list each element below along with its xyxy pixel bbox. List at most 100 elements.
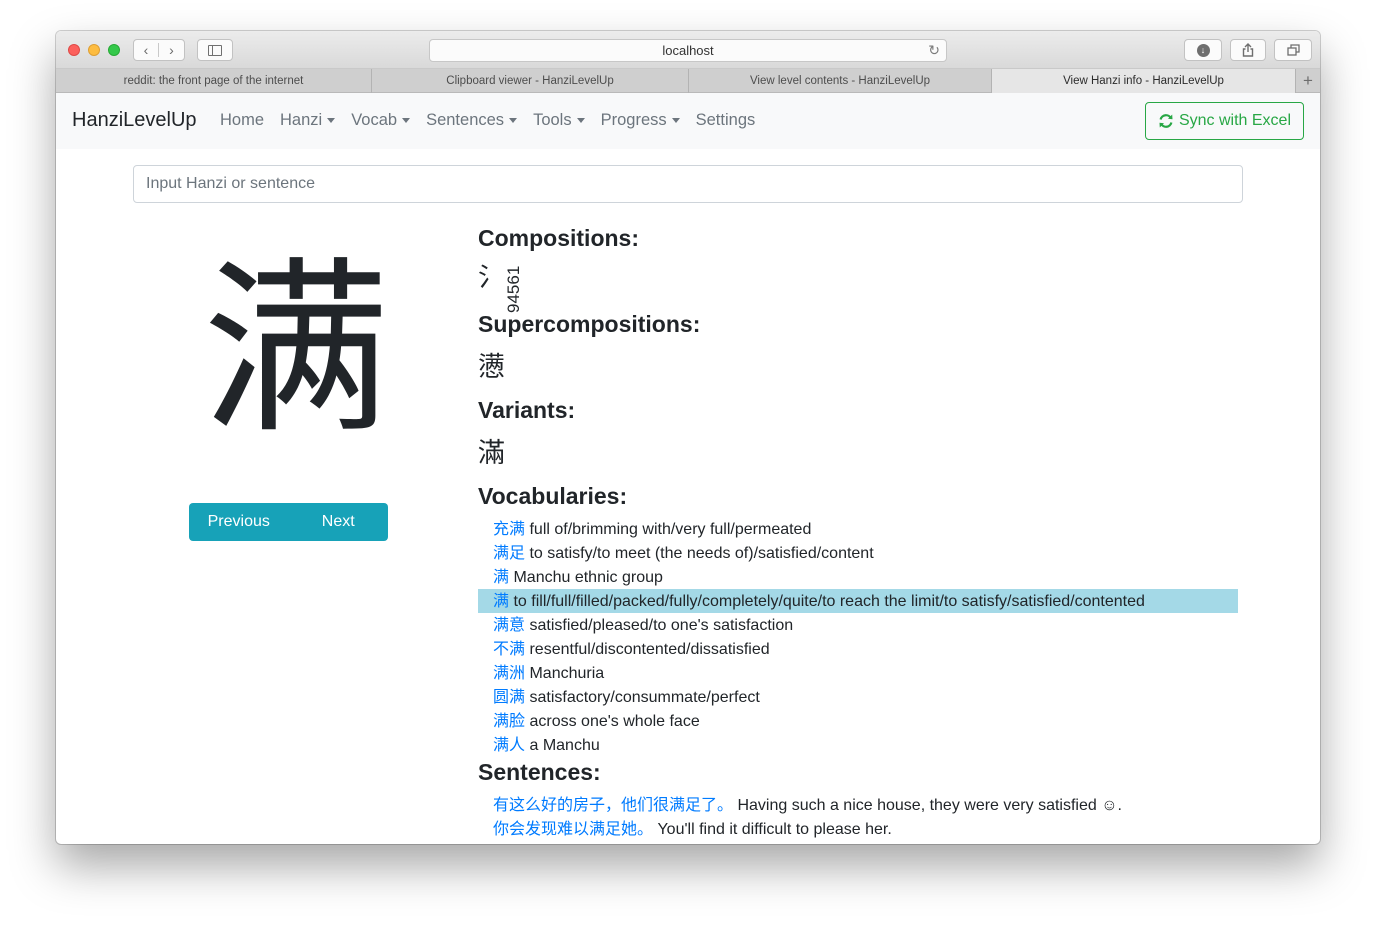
vocab-item: 满脸 across one's whole face: [478, 709, 1238, 733]
vocabularies-heading: Vocabularies:: [478, 483, 628, 509]
history-nav-group: ‹ ›: [133, 39, 185, 61]
caret-down-icon: [671, 118, 680, 123]
vocab-item: 充满 full of/brimming with/very full/perme…: [478, 517, 1238, 541]
vocab-definition: full of/brimming with/very full/permeate…: [529, 521, 812, 538]
browser-tab[interactable]: reddit: the front page of the internet: [56, 69, 372, 93]
browser-tab[interactable]: Clipboard viewer - HanziLevelUp: [372, 69, 689, 93]
sentence-english: Having such a nice house, they were very…: [737, 797, 1122, 814]
nav-label: Sentences: [426, 111, 505, 129]
new-tab-button[interactable]: +: [1296, 69, 1320, 93]
sentence-chinese-link[interactable]: 有这么好的房子，他们很满足了。: [493, 795, 733, 814]
sentence-item: 你会发现难以满足她。 You'll find it difficult to p…: [478, 817, 1238, 841]
vocab-definition: satisfied/pleased/to one's satisfaction: [529, 617, 794, 634]
vocab-item: 圆满 satisfactory/consummate/perfect: [478, 685, 1238, 709]
address-bar[interactable]: localhost ↻: [429, 39, 947, 62]
vocab-word-link[interactable]: 满: [493, 567, 509, 586]
vocab-word-link[interactable]: 满足: [493, 543, 525, 562]
sidebar-icon: [208, 44, 222, 56]
nav-item-home[interactable]: Home: [220, 111, 264, 130]
nav-item-progress[interactable]: Progress: [601, 111, 680, 130]
sentence-chinese-link[interactable]: 你会发现难以满足她。: [493, 819, 653, 838]
vocab-definition: to fill/full/filled/packed/fully/complet…: [513, 593, 1145, 610]
caret-down-icon: [509, 118, 518, 123]
tab-title: reddit: the front page of the internet: [123, 75, 304, 87]
caret-down-icon: [402, 118, 411, 123]
browser-window: ‹ › localhost ↻ ↓ reddit: the front page…: [56, 31, 1320, 844]
caret-down-icon: [327, 118, 336, 123]
composition-item[interactable]: 94561: [504, 266, 524, 313]
close-window-button[interactable]: [68, 44, 80, 56]
nav-label: Home: [220, 111, 265, 129]
share-icon: [1242, 43, 1254, 57]
supercompositions-heading: Supercompositions:: [478, 311, 701, 337]
minimize-window-button[interactable]: [88, 44, 100, 56]
sentences-heading: Sentences:: [478, 759, 601, 785]
next-button[interactable]: Next: [289, 503, 389, 541]
nav-item-tools[interactable]: Tools: [533, 111, 585, 130]
nav-label: Tools: [533, 111, 572, 129]
nav-label: Progress: [600, 111, 667, 129]
sentence-english: You'll find it difficult to please her.: [657, 821, 892, 838]
vocab-item: 满意 satisfied/pleased/to one's satisfacti…: [478, 613, 1238, 637]
share-button[interactable]: [1230, 39, 1266, 61]
vocab-word-link[interactable]: 充满: [493, 519, 525, 538]
nav-item-hanzi[interactable]: Hanzi: [280, 111, 336, 130]
forward-chevron-icon[interactable]: ›: [159, 43, 184, 57]
downloads-button[interactable]: ↓: [1184, 39, 1222, 61]
vocab-item: 满洲 Manchuria: [478, 661, 1238, 685]
vocab-definition: Manchu ethnic group: [513, 569, 663, 586]
previous-button[interactable]: Previous: [189, 503, 289, 541]
vocab-definition: to satisfy/to meet (the needs of)/satisf…: [529, 545, 874, 562]
vocab-definition: across one's whole face: [529, 713, 700, 730]
sentence-list: 有这么好的房子，他们很满足了。 Having such a nice house…: [478, 793, 1238, 841]
sidebar-toggle-button[interactable]: [197, 39, 233, 61]
main-hanzi-character: 满: [202, 241, 390, 460]
vocab-word-link[interactable]: 满洲: [493, 663, 525, 682]
composition-item[interactable]: 氵: [478, 263, 504, 293]
browser-tab-active[interactable]: View Hanzi info - HanziLevelUp: [992, 69, 1296, 93]
nav-item-settings[interactable]: Settings: [696, 111, 756, 130]
nav-item-vocab[interactable]: Vocab: [351, 111, 411, 130]
browser-tab[interactable]: View level contents - HanziLevelUp: [689, 69, 992, 93]
reload-icon[interactable]: ↻: [928, 42, 940, 59]
vocab-word-link[interactable]: 满意: [493, 615, 525, 634]
vocab-definition: a Manchu: [529, 737, 600, 754]
back-chevron-icon[interactable]: ‹: [134, 43, 160, 57]
hanzi-search-input[interactable]: [133, 165, 1243, 203]
zoom-window-button[interactable]: [108, 44, 120, 56]
vocab-definition: resentful/discontented/dissatisfied: [529, 641, 770, 658]
tab-strip: reddit: the front page of the internet C…: [56, 69, 1320, 93]
vocab-item: 满足 to satisfy/to meet (the needs of)/sat…: [478, 541, 1238, 565]
sync-with-excel-button[interactable]: Sync with Excel: [1145, 102, 1304, 140]
tabs-icon: [1286, 44, 1300, 56]
vocab-word-link[interactable]: 不满: [493, 639, 525, 658]
vocab-word-link[interactable]: 满人: [493, 735, 525, 754]
nav-menu: Home Hanzi Vocab Sentences Tools Progres…: [220, 111, 771, 130]
tab-overview-button[interactable]: [1274, 39, 1312, 61]
compositions-heading: Compositions:: [478, 225, 639, 251]
vocab-item: 满 Manchu ethnic group: [478, 565, 1238, 589]
vocab-definition: satisfactory/consummate/perfect: [529, 689, 760, 706]
vocabulary-list: 充满 full of/brimming with/very full/perme…: [478, 517, 1238, 757]
tab-title: Clipboard viewer - HanziLevelUp: [446, 75, 614, 87]
vocab-definition: Manchuria: [529, 665, 605, 682]
tab-title: View level contents - HanziLevelUp: [749, 75, 931, 87]
vocab-word-link[interactable]: 圆满: [493, 687, 525, 706]
variants-heading: Variants:: [478, 397, 576, 423]
browser-titlebar: ‹ › localhost ↻ ↓: [56, 31, 1320, 69]
supercomposition-item[interactable]: 懑: [478, 351, 505, 385]
tab-title: View Hanzi info - HanziLevelUp: [1063, 75, 1224, 87]
vocab-word-link[interactable]: 满脸: [493, 711, 525, 730]
brand-link[interactable]: HanziLevelUp: [72, 109, 197, 132]
app-navbar: HanziLevelUp Home Hanzi Vocab Sentences …: [56, 93, 1320, 149]
plus-icon: +: [1303, 71, 1313, 90]
sync-label: Sync with Excel: [1178, 112, 1292, 129]
nav-item-sentences[interactable]: Sentences: [426, 111, 518, 130]
url-text: localhost: [662, 43, 714, 58]
vocab-item: 满人 a Manchu: [478, 733, 1238, 757]
variant-item[interactable]: 滿: [478, 437, 505, 471]
vocab-word-link[interactable]: 满: [493, 591, 509, 610]
vocab-item: 不满 resentful/discontented/dissatisfied: [478, 637, 1238, 661]
pager-button-group: Previous Next: [189, 503, 388, 541]
caret-down-icon: [576, 118, 585, 123]
